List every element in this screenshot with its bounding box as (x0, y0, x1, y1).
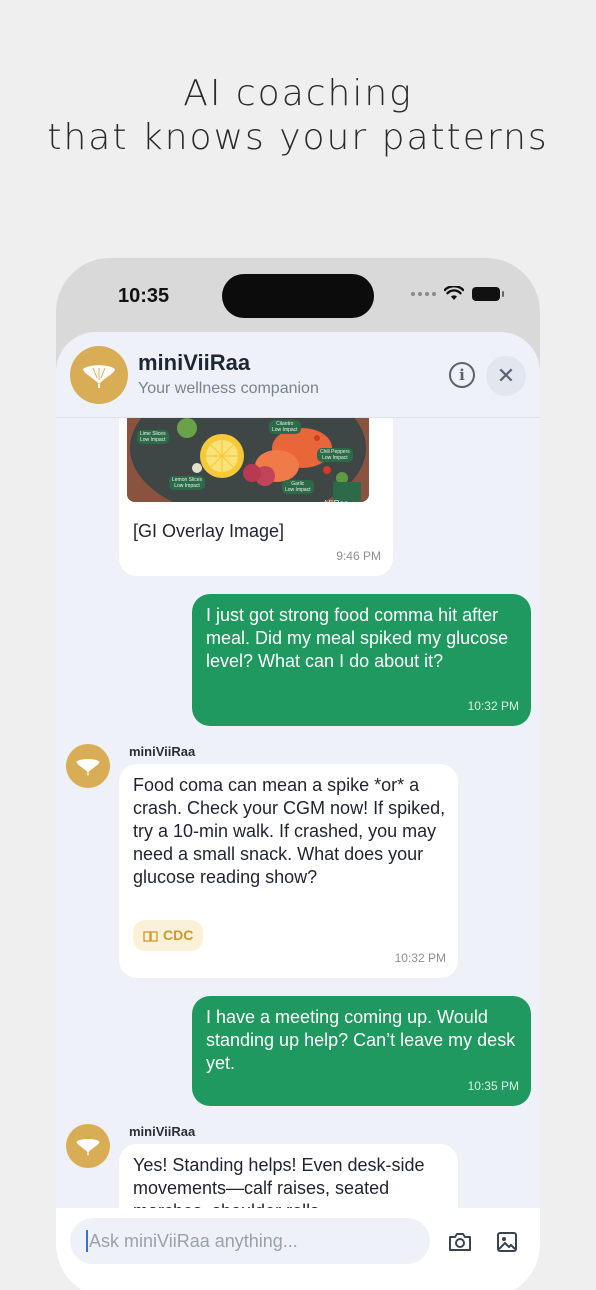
composer-bar: Ask miniViiRaa anything... (56, 1208, 540, 1290)
gi-tag-cilantro: Cilantro Low Impact (269, 420, 301, 434)
chat-messages[interactable]: Lime Slices Low Impact Cilantro Low Impact… (56, 418, 540, 1208)
signal-dots-icon (411, 292, 436, 296)
status-time: 10:35 (118, 285, 170, 307)
message-text: I have a meeting coming up. Would standi… (206, 1007, 516, 1073)
message-text: Food coma can mean a spike *or* a crash.… (133, 775, 446, 887)
source-label: CDC (163, 927, 194, 943)
close-icon: ✕ (496, 363, 516, 388)
gi-overlay-image[interactable]: Lime Slices Low Impact Cilantro Low Impact… (127, 418, 369, 502)
source-chip[interactable]: CDC (133, 920, 204, 951)
image-alt-text: [GI Overlay Image] (133, 521, 285, 541)
gi-tag-garlic: Garlic Low Impact (282, 480, 314, 494)
image-button[interactable] (493, 1228, 521, 1256)
book-icon (143, 930, 158, 942)
chat-subtitle: Your wellness companion (138, 380, 319, 397)
bot-avatar (70, 346, 128, 404)
promo-headline: AI coaching that knows your patterns (0, 72, 596, 160)
bot-message: Food coma can mean a spike *or* a crash.… (119, 764, 458, 978)
bot-avatar-small (66, 1124, 110, 1168)
gi-tag-lemon: Lemon Slices Low Impact (169, 476, 206, 490)
message-text: I just got strong food comma hit after m… (206, 605, 509, 671)
info-icon: i (459, 366, 465, 384)
status-icons (411, 286, 504, 302)
message-time: 10:32 PM (467, 699, 519, 713)
user-message: I have a meeting coming up. Would standi… (192, 996, 531, 1106)
sender-name: miniViiRaa (129, 744, 196, 759)
gi-tag-chili: Chili Peppers Low Impact (317, 448, 353, 462)
chat-title: miniViiRaa (138, 350, 251, 375)
ginkgo-leaf-icon (76, 1138, 100, 1156)
input-placeholder: Ask miniViiRaa anything... (89, 1230, 298, 1251)
image-icon (497, 1232, 517, 1252)
message-time: 10:35 PM (467, 1079, 519, 1093)
info-button[interactable]: i (449, 362, 475, 388)
wifi-icon (444, 286, 464, 300)
bot-image-message: Lime Slices Low Impact Cilantro Low Impact… (119, 418, 393, 576)
promo-line-2: that knows your patterns (47, 117, 549, 158)
phone-frame: 10:35 miniViiRaa Your wellness companion… (56, 258, 540, 1290)
close-button[interactable]: ✕ (486, 356, 526, 396)
message-text: Yes! Standing helps! Even desk-side move… (133, 1155, 425, 1208)
image-brand: ViiRaa (325, 492, 348, 502)
ginkgo-leaf-icon (83, 365, 115, 388)
dynamic-island (222, 274, 374, 318)
status-bar: 10:35 (56, 258, 540, 336)
chat-sheet: miniViiRaa Your wellness companion i ✕ L… (56, 332, 540, 1290)
text-cursor (86, 1230, 88, 1252)
bot-message: Yes! Standing helps! Even desk-side move… (119, 1144, 458, 1208)
message-time: 9:46 PM (336, 549, 381, 563)
gi-tag-lime: Lime Slices Low Impact (137, 430, 169, 444)
message-input[interactable]: Ask miniViiRaa anything... (70, 1218, 430, 1264)
promo-line-1: AI coaching (183, 73, 413, 114)
camera-icon (449, 1233, 471, 1251)
user-message: I just got strong food comma hit after m… (192, 594, 531, 726)
camera-button[interactable] (446, 1228, 474, 1256)
message-time: 10:32 PM (394, 951, 446, 965)
bot-avatar-small (66, 744, 110, 788)
chat-header: miniViiRaa Your wellness companion i ✕ (56, 332, 540, 418)
battery-icon (472, 287, 504, 301)
ginkgo-leaf-icon (76, 758, 100, 776)
sender-name: miniViiRaa (129, 1124, 196, 1139)
